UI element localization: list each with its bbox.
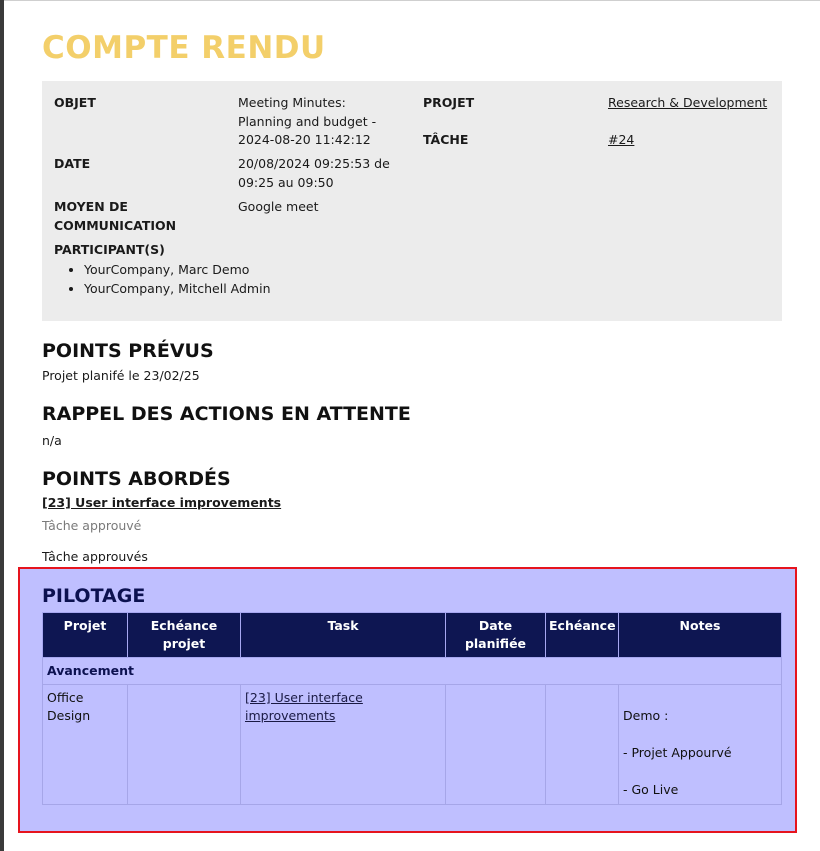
points-prevus-text: Projet planifé le 23/02/25 — [42, 368, 200, 383]
topic-note: Tâche approuvé — [42, 518, 142, 533]
cell-projet: Office Design — [42, 684, 128, 805]
column-header-echeance: Echéance — [545, 612, 619, 658]
participants-list: YourCompany, Marc Demo YourCompany, Mitc… — [54, 261, 271, 298]
note-line: - Go Live — [623, 782, 679, 797]
rappel-heading: RAPPEL DES ACTIONS EN ATTENTE — [42, 403, 411, 425]
topic-link[interactable]: [23] User interface improvements — [42, 495, 281, 510]
page-left-border — [0, 0, 4, 851]
participant-item: YourCompany, Mitchell Admin — [84, 280, 271, 299]
points-prevus-heading: POINTS PRÉVUS — [42, 340, 214, 362]
topic-summary: Tâche approuvés — [42, 549, 148, 564]
document-title: COMPTE RENDU — [42, 30, 326, 66]
date-label: DATE — [54, 156, 91, 171]
meeting-info-panel: OBJET Meeting Minutes: Planning and budg… — [42, 81, 782, 321]
group-row: Avancement — [42, 657, 782, 685]
note-line: - Projet Appourvé — [623, 745, 732, 760]
column-header-notes: Notes — [618, 612, 782, 658]
objet-label: OBJET — [54, 95, 96, 110]
tache-link[interactable]: #24 — [608, 131, 634, 150]
moyen-value: Google meet — [238, 199, 319, 214]
projet-label: PROJET — [423, 95, 475, 110]
table-row: Office Design [23] User interface improv… — [42, 684, 782, 805]
projet-link[interactable]: Research & Development — [608, 94, 767, 113]
column-header-projet: Projet — [42, 612, 128, 658]
column-header-echeance-projet: Echéance projet — [127, 612, 241, 658]
note-line: Demo : — [623, 708, 669, 723]
rappel-text: n/a — [42, 433, 62, 448]
pilotage-heading: PILOTAGE — [42, 585, 146, 607]
date-value: 20/08/2024 09:25:53 de 09:25 au 09:50 — [238, 156, 390, 190]
cell-echeance — [545, 684, 619, 805]
points-abordes-heading: POINTS ABORDÉS — [42, 468, 231, 490]
pilotage-section: PILOTAGE Projet Echéance projet Task Dat… — [18, 567, 797, 833]
group-label: Avancement — [42, 657, 782, 685]
page-top-border — [4, 0, 820, 1]
cell-date-planifiee — [445, 684, 546, 805]
column-header-date-planifiee: Date planifiée — [445, 612, 546, 658]
participants-label: PARTICIPANT(S) — [54, 242, 165, 257]
cell-task: [23] User interface improvements — [240, 684, 446, 805]
cell-notes: Demo : - Projet Appourvé - Go Live — [618, 684, 782, 805]
participant-item: YourCompany, Marc Demo — [84, 261, 271, 280]
tache-label: TÂCHE — [423, 132, 469, 147]
cell-echeance-projet — [127, 684, 241, 805]
task-link[interactable]: [23] User interface improvements — [245, 690, 363, 723]
moyen-label: MOYEN DE COMMUNICATION — [54, 199, 177, 233]
objet-value: Meeting Minutes: Planning and budget - 2… — [238, 95, 377, 147]
column-header-task: Task — [240, 612, 446, 658]
pilotage-table: Projet Echéance projet Task Date planifi… — [42, 612, 782, 805]
